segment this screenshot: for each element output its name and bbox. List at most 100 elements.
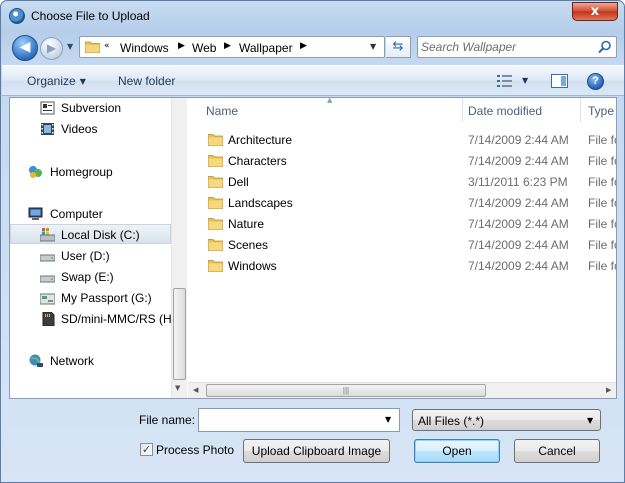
- refresh-button[interactable]: ⇆: [386, 36, 411, 58]
- nav-item-sd-card-h[interactable]: SD/mini-MMC/RS (H: [10, 309, 171, 329]
- recent-pages-dropdown[interactable]: ▼: [67, 42, 73, 51]
- file-row[interactable]: Architecture 7/14/2009 2:44 AM File fo: [188, 129, 616, 150]
- file-name-combobox[interactable]: ▼: [198, 408, 400, 432]
- nav-item-subversion[interactable]: Subversion: [10, 98, 171, 118]
- folder-icon: [208, 260, 223, 272]
- refresh-icon: ⇆: [392, 39, 404, 54]
- folder-icon: [208, 239, 223, 251]
- computer-icon: [28, 207, 43, 220]
- file-row[interactable]: Windows 7/14/2009 2:44 AM File fo: [188, 255, 616, 276]
- browser-area: Subversion Videos Homegroup Computer Loc…: [9, 97, 617, 399]
- file-type: File fo: [588, 154, 616, 168]
- file-type: File fo: [588, 175, 616, 189]
- back-button[interactable]: ◀: [12, 35, 38, 61]
- process-photo-label[interactable]: Process Photo: [156, 443, 234, 457]
- sd-card-icon: [42, 312, 55, 326]
- nav-item-local-disk-c[interactable]: Local Disk (C:): [10, 224, 171, 244]
- file-name-input[interactable]: [202, 412, 377, 428]
- file-date: 7/14/2009 2:44 AM: [468, 259, 569, 273]
- chevron-down-icon[interactable]: ▼: [385, 415, 391, 424]
- arrow-left-icon: ◀: [19, 39, 31, 55]
- scroll-thumb[interactable]: [173, 288, 186, 380]
- breadcrumb-chevron-icon[interactable]: ▶: [224, 41, 231, 51]
- folder-icon: [208, 197, 223, 209]
- file-type: File fo: [588, 259, 616, 273]
- breadcrumb-web[interactable]: Web: [192, 41, 216, 55]
- close-button[interactable]: x: [572, 2, 618, 21]
- file-list[interactable]: ▲ Name Date modified Type Architecture 7/…: [188, 98, 616, 398]
- breadcrumb-windows[interactable]: Windows: [120, 41, 169, 55]
- preview-pane-icon[interactable]: [551, 74, 568, 88]
- file-type: File fo: [588, 217, 616, 231]
- network-icon: [29, 354, 43, 367]
- column-header-date[interactable]: Date modified: [468, 98, 580, 122]
- file-name: Landscapes: [228, 196, 293, 210]
- file-type-value: All Files (*.*): [418, 414, 485, 428]
- file-row[interactable]: Dell 3/11/2011 6:23 PM File fo: [188, 171, 616, 192]
- new-folder-button[interactable]: New folder: [118, 74, 175, 88]
- file-name: Scenes: [228, 238, 269, 252]
- breadcrumb-wallpaper[interactable]: Wallpaper: [239, 41, 293, 55]
- file-name-label: File name:: [139, 413, 196, 427]
- window-title: Choose File to Upload: [31, 9, 150, 23]
- chevron-down-icon: ▼: [587, 416, 594, 425]
- forward-button[interactable]: ▶: [40, 37, 63, 60]
- title-bar[interactable]: Choose File to Upload x: [1, 1, 624, 31]
- search-icon[interactable]: [598, 40, 612, 54]
- file-date: 7/14/2009 2:44 AM: [468, 196, 569, 210]
- nav-item-user-d[interactable]: User (D:): [10, 246, 171, 266]
- homegroup-icon: [29, 166, 42, 178]
- organize-label: Organize: [27, 74, 76, 88]
- nav-item-videos[interactable]: Videos: [10, 119, 171, 139]
- scroll-left-arrow-icon[interactable]: ◀: [193, 386, 198, 394]
- file-date: 7/14/2009 2:44 AM: [468, 217, 569, 231]
- cancel-button[interactable]: Cancel: [514, 439, 600, 463]
- nav-item-computer[interactable]: Computer: [10, 204, 171, 224]
- process-photo-checkbox[interactable]: ✓: [140, 443, 153, 456]
- column-header-name[interactable]: Name: [206, 98, 461, 122]
- file-date: 7/14/2009 2:44 AM: [468, 133, 569, 147]
- open-button[interactable]: Open: [414, 439, 500, 463]
- search-input[interactable]: [421, 39, 593, 55]
- change-view-icon[interactable]: [497, 75, 513, 87]
- breadcrumb-chevron-icon[interactable]: ▶: [178, 41, 185, 51]
- file-date: 3/11/2011 6:23 PM: [468, 175, 568, 189]
- search-box[interactable]: [417, 36, 617, 58]
- nav-item-my-passport-g[interactable]: My Passport (G:): [10, 288, 171, 308]
- file-list-hscrollbar[interactable]: ◀ ||| ▶: [188, 382, 616, 398]
- column-divider[interactable]: [580, 98, 581, 122]
- file-row[interactable]: Characters 7/14/2009 2:44 AM File fo: [188, 150, 616, 171]
- file-type: File fo: [588, 133, 616, 147]
- organize-button[interactable]: Organize ▼: [27, 74, 86, 88]
- file-date: 7/14/2009 2:44 AM: [468, 238, 569, 252]
- views-dropdown-icon[interactable]: ▼: [522, 76, 528, 85]
- drive-icon: [40, 254, 55, 262]
- column-divider[interactable]: [462, 98, 463, 122]
- external-drive-icon: [40, 293, 55, 305]
- local-disk-icon: [40, 228, 55, 242]
- breadcrumb-overflow[interactable]: «: [104, 41, 110, 51]
- breadcrumb-chevron-icon[interactable]: ▶: [300, 41, 307, 51]
- nav-item-network[interactable]: Network: [10, 351, 171, 371]
- file-row[interactable]: Landscapes 7/14/2009 2:44 AM File fo: [188, 192, 616, 213]
- nav-item-homegroup[interactable]: Homegroup: [10, 162, 171, 182]
- scroll-right-arrow-icon[interactable]: ▶: [606, 386, 611, 394]
- file-type-select[interactable]: All Files (*.*) ▼: [412, 409, 601, 431]
- address-dropdown-icon[interactable]: ▼: [370, 42, 376, 51]
- file-row[interactable]: Scenes 7/14/2009 2:44 AM File fo: [188, 234, 616, 255]
- upload-clipboard-image-button[interactable]: Upload Clipboard Image: [243, 439, 390, 463]
- scroll-thumb[interactable]: |||: [206, 384, 486, 397]
- address-bar[interactable]: « Windows ▶ Web ▶ Wallpaper ▶ ▼: [79, 36, 385, 58]
- scroll-down-arrow-icon[interactable]: ▼: [175, 384, 180, 392]
- file-row[interactable]: Nature 7/14/2009 2:44 AM File fo: [188, 213, 616, 234]
- help-icon[interactable]: ?: [587, 73, 604, 90]
- nav-pane-scrollbar[interactable]: ▼: [171, 98, 187, 398]
- file-name: Windows: [228, 259, 277, 273]
- file-name: Architecture: [228, 133, 293, 147]
- column-header-type[interactable]: Type: [588, 98, 616, 122]
- folder-icon: [208, 218, 223, 230]
- navigation-pane[interactable]: Subversion Videos Homegroup Computer Loc…: [10, 98, 171, 398]
- nav-item-swap-e[interactable]: Swap (E:): [10, 267, 171, 287]
- subversion-icon: [40, 101, 55, 115]
- command-bar: Organize ▼ New folder ▼ ?: [2, 65, 624, 96]
